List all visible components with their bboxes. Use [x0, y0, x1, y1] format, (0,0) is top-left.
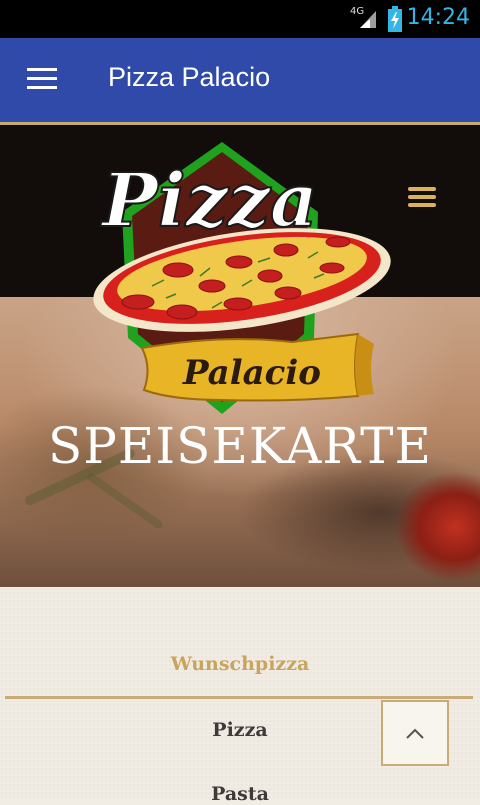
hamburger-icon — [408, 187, 436, 191]
status-bar: 4G 14:24 — [0, 0, 480, 38]
active-item-underline — [5, 696, 473, 699]
hamburger-icon-line — [27, 86, 57, 89]
hero-background-detail — [85, 471, 165, 531]
pizza-palacio-logo[interactable]: Pizza Palacio — [82, 138, 402, 418]
app-title: Pizza Palacio — [108, 62, 271, 92]
navigation-drawer-button[interactable] — [27, 68, 57, 90]
hamburger-icon-line — [27, 77, 57, 80]
signal-icon — [360, 11, 376, 28]
hamburger-icon-line — [408, 203, 436, 207]
category-menu: Wunschpizza Pizza Pasta — [0, 587, 480, 805]
chevron-up-icon — [406, 728, 424, 739]
site-menu-button[interactable] — [408, 187, 436, 207]
hamburger-icon — [27, 68, 57, 71]
logo-word-bottom: Palacio — [182, 353, 321, 393]
page-heading: SPEISEKARTE — [48, 417, 432, 475]
app-bar: Pizza Palacio — [0, 38, 480, 125]
clock: 14:24 — [406, 5, 470, 30]
menu-item-wunschpizza[interactable]: Wunschpizza — [0, 653, 480, 675]
menu-item-pasta[interactable]: Pasta — [0, 783, 480, 805]
hamburger-icon-line — [408, 195, 436, 199]
battery-charging-icon — [388, 6, 402, 32]
scroll-to-top-button[interactable] — [381, 700, 449, 766]
